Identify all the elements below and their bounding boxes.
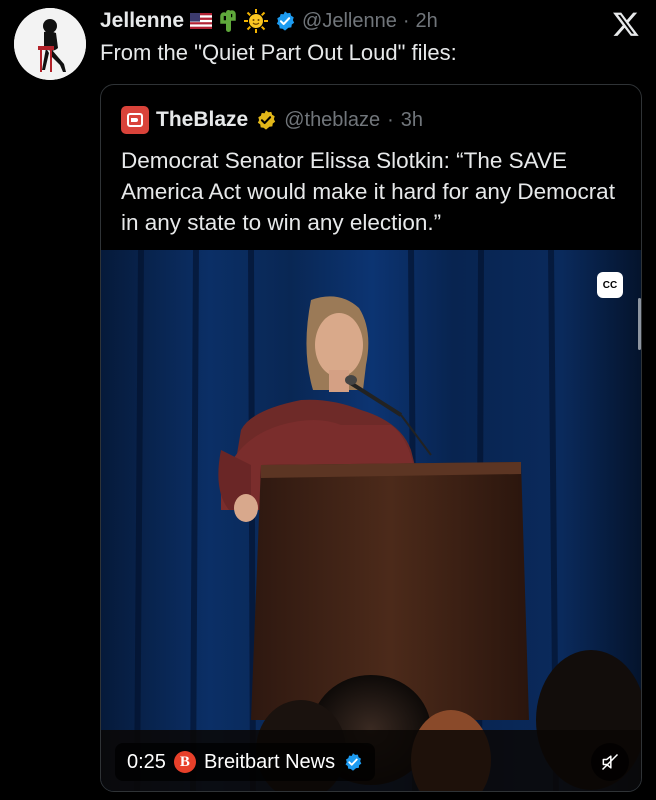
- video-player[interactable]: CC 0:25 B Breitbart News: [101, 250, 641, 791]
- quoted-post-text: Democrat Senator Elissa Slotkin: “The SA…: [121, 148, 615, 235]
- post-header: Jellenne @Jellenne · 2h: [100, 6, 438, 36]
- x-logo-icon[interactable]: [612, 10, 640, 38]
- verified-badge-icon: [274, 10, 296, 32]
- cactus-icon: [218, 8, 238, 34]
- theblaze-logo-icon[interactable]: [121, 106, 149, 134]
- closed-captions-button[interactable]: CC: [597, 272, 623, 298]
- video-source-name[interactable]: Breitbart News: [204, 751, 335, 774]
- quoted-post-card[interactable]: TheBlaze @theblaze · 3h Democrat Senator…: [100, 84, 642, 792]
- cc-label: CC: [602, 279, 618, 291]
- separator-dot: ·: [402, 9, 410, 32]
- author-avatar[interactable]: [14, 8, 86, 80]
- quoted-author-handle[interactable]: @theblaze: [284, 109, 380, 132]
- scrollbar[interactable]: [638, 298, 641, 350]
- video-frame: [101, 250, 641, 791]
- us-flag-icon: [190, 13, 213, 29]
- separator-dot: ·: [387, 108, 394, 131]
- video-duration: 0:25: [127, 750, 166, 773]
- muted-speaker-icon: [601, 753, 619, 771]
- quoted-post-header: TheBlaze @theblaze · 3h: [121, 105, 423, 135]
- post-timestamp[interactable]: 2h: [416, 10, 438, 33]
- sun-face-icon: [244, 9, 269, 33]
- verified-badge-icon: [343, 752, 363, 772]
- quoted-author-name[interactable]: TheBlaze: [156, 108, 248, 132]
- gold-verified-badge-icon: [255, 109, 277, 131]
- mute-button[interactable]: [591, 743, 629, 781]
- quoted-timestamp[interactable]: 3h: [401, 109, 423, 132]
- author-name[interactable]: Jellenne: [100, 9, 184, 33]
- video-info-badge: 0:25 B Breitbart News: [115, 743, 376, 781]
- author-handle[interactable]: @Jellenne: [302, 10, 397, 33]
- breitbart-logo-icon: B: [173, 751, 196, 773]
- post-text: From the "Quiet Part Out Loud" files:: [100, 40, 457, 65]
